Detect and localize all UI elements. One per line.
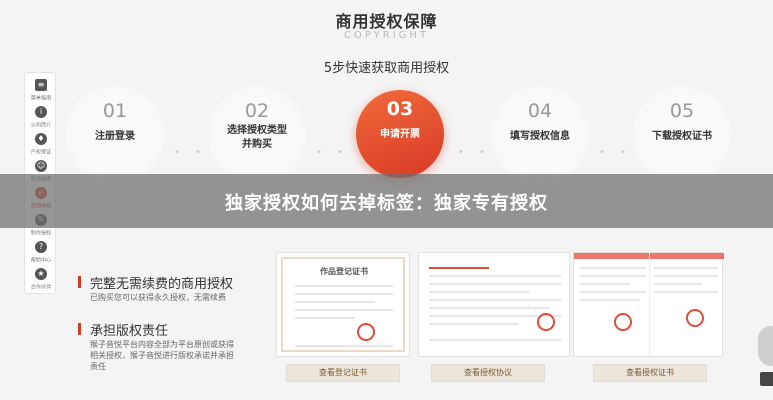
sidebar-item-partner[interactable]: ★ 合作伙伴: [25, 264, 57, 296]
menu-icon: ≡: [35, 79, 47, 91]
accent-bar: [78, 323, 81, 335]
view-license-agreement-button[interactable]: 查看授权协议: [431, 364, 545, 382]
seal-icon: [357, 323, 375, 341]
step-fill-info: 04 填写授权信息: [497, 92, 583, 178]
step-select-license: 02 选择授权类型 并购买: [214, 92, 300, 178]
step-separator: • •: [316, 147, 349, 158]
partner-icon: ★: [35, 268, 47, 280]
seal-icon: [614, 313, 632, 331]
banner-title: 独家授权如何去掉标签：独家专有授权: [225, 193, 548, 214]
seal-icon: [537, 313, 555, 331]
info-icon: i: [35, 106, 47, 118]
registration-certificate-image: 作品登记证书: [276, 252, 410, 357]
view-license-certificate-button[interactable]: 查看授权证书: [593, 364, 707, 382]
step-separator: • •: [174, 147, 207, 158]
step-separator: • •: [458, 147, 491, 158]
page-tagline: 5步快速获取商用授权: [323, 61, 450, 76]
seal-icon: [686, 309, 704, 327]
page: 商用授权保障 COPYRIGHT 5步快速获取商用授权 ≡ 菜单指南 i 公司简…: [0, 0, 773, 400]
title-banner: 独家授权如何去掉标签：独家专有授权: [0, 174, 773, 228]
step-invoice: 03 申请开票: [356, 90, 444, 178]
corner-button[interactable]: [760, 372, 773, 386]
step-separator: • •: [599, 147, 632, 158]
shield-icon: ♦: [35, 133, 47, 145]
help-icon: ?: [35, 241, 47, 253]
accent-bar: [78, 276, 81, 288]
step-download-certificate: 05 下载授权证书: [639, 92, 725, 178]
page-title: 商用授权保障: [335, 12, 438, 31]
license-certificate-image: [573, 252, 724, 358]
avatar[interactable]: [758, 326, 773, 366]
page-subtitle: COPYRIGHT: [343, 30, 430, 41]
service-icon: ☺: [35, 160, 47, 172]
license-agreement-image: [418, 252, 570, 357]
view-registration-certificate-button[interactable]: 查看登记证书: [286, 364, 400, 382]
step-register: 01 注册登录: [72, 92, 158, 178]
